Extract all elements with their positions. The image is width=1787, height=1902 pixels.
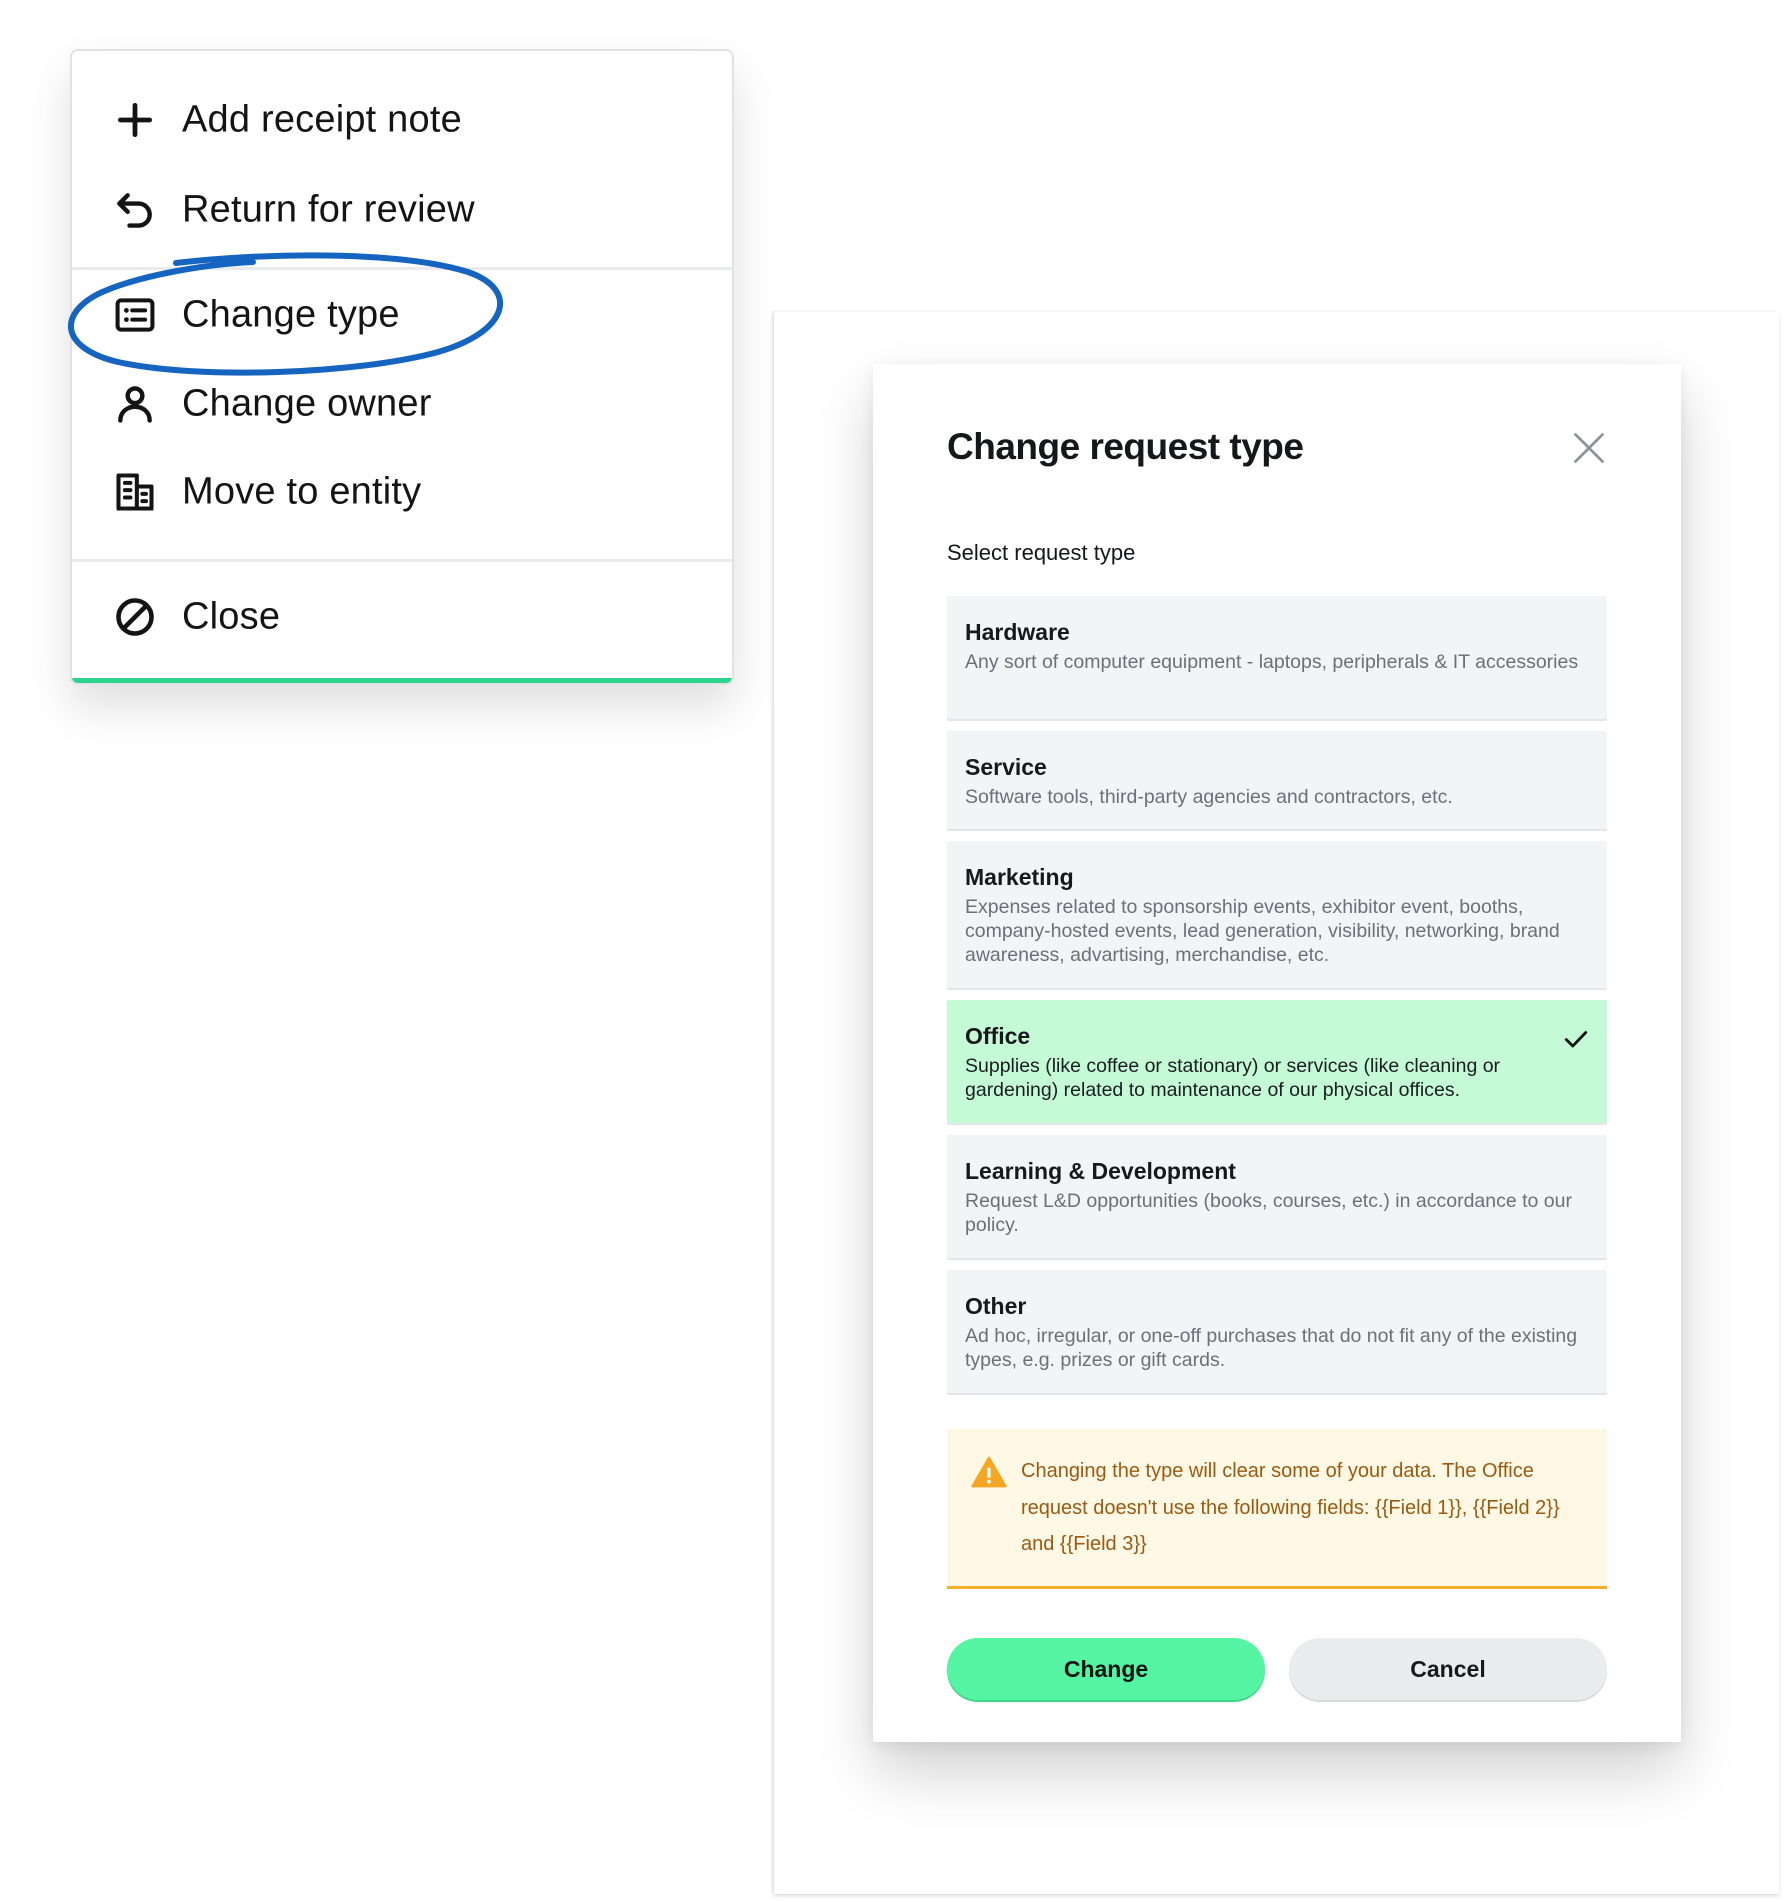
menu-item-close[interactable]: Close bbox=[72, 579, 732, 655]
list-card-icon bbox=[112, 292, 158, 338]
option-description: Supplies (like coffee or stationary) or … bbox=[965, 1055, 1501, 1101]
warning-banner: Changing the type will clear some of you… bbox=[947, 1429, 1607, 1589]
option-description: Request L&D opportunities (books, course… bbox=[965, 1190, 1572, 1236]
menu-section-manage: Change type Change owner Move to entity bbox=[72, 267, 732, 562]
option-marketing[interactable]: Marketing Expenses related to sponsorshi… bbox=[947, 841, 1607, 988]
option-other[interactable]: Other Ad hoc, irregular, or one-off purc… bbox=[947, 1270, 1607, 1393]
close-icon[interactable] bbox=[1571, 430, 1607, 466]
option-title: Other bbox=[965, 1293, 1027, 1319]
menu-item-change-type[interactable]: Change type bbox=[72, 277, 732, 353]
menu-accent-bar bbox=[72, 678, 732, 683]
menu-item-return-for-review[interactable]: Return for review bbox=[72, 172, 732, 248]
warning-triangle-icon bbox=[971, 1456, 1007, 1488]
menu-item-label: Return for review bbox=[182, 188, 475, 231]
return-arrow-icon bbox=[112, 187, 158, 233]
warning-text: Changing the type will clear some of you… bbox=[1021, 1460, 1560, 1555]
menu-item-move-to-entity[interactable]: Move to entity bbox=[72, 454, 732, 530]
option-description: Ad hoc, irregular, or one-off purchases … bbox=[965, 1325, 1578, 1371]
menu-item-label: Close bbox=[182, 595, 281, 638]
option-title: Office bbox=[965, 1023, 1031, 1049]
menu-item-change-owner[interactable]: Change owner bbox=[72, 366, 732, 442]
menu-item-label: Move to entity bbox=[182, 470, 422, 513]
option-office[interactable]: Office Supplies (like coffee or stationa… bbox=[947, 1000, 1607, 1123]
change-request-type-modal: Change request type Select request type … bbox=[873, 364, 1681, 1742]
option-title: Hardware bbox=[965, 619, 1070, 645]
cancel-button[interactable]: Cancel bbox=[1289, 1638, 1607, 1700]
menu-item-add-receipt-note[interactable]: Add receipt note bbox=[72, 82, 732, 158]
menu-section-close: Close bbox=[72, 559, 732, 682]
option-description: Expenses related to sponsorship events, … bbox=[965, 896, 1560, 966]
option-service[interactable]: Service Software tools, third-party agen… bbox=[947, 731, 1607, 829]
option-description: Software tools, third-party agencies and… bbox=[965, 786, 1453, 808]
option-hardware[interactable]: Hardware Any sort of computer equipment … bbox=[947, 596, 1607, 719]
menu-item-label: Change type bbox=[182, 293, 400, 336]
building-icon bbox=[112, 469, 158, 515]
select-request-type-label: Select request type bbox=[947, 540, 1136, 565]
plus-icon bbox=[112, 97, 158, 143]
checkmark-icon bbox=[1564, 1031, 1588, 1048]
actions-menu: Add receipt note Return for review Chang… bbox=[70, 49, 734, 685]
person-icon bbox=[112, 381, 158, 427]
option-title: Service bbox=[965, 754, 1047, 780]
option-title: Learning & Development bbox=[965, 1158, 1236, 1184]
menu-item-label: Add receipt note bbox=[182, 98, 462, 141]
option-description: Any sort of computer equipment - laptops… bbox=[965, 651, 1579, 673]
option-title: Marketing bbox=[965, 864, 1074, 890]
ban-icon bbox=[112, 594, 158, 640]
change-button[interactable]: Change bbox=[947, 1638, 1265, 1700]
modal-title: Change request type bbox=[947, 426, 1304, 467]
menu-item-label: Change owner bbox=[182, 382, 432, 425]
option-learning-development[interactable]: Learning & Development Request L&D oppor… bbox=[947, 1135, 1607, 1258]
menu-section-primary: Add receipt note Return for review bbox=[72, 51, 732, 270]
